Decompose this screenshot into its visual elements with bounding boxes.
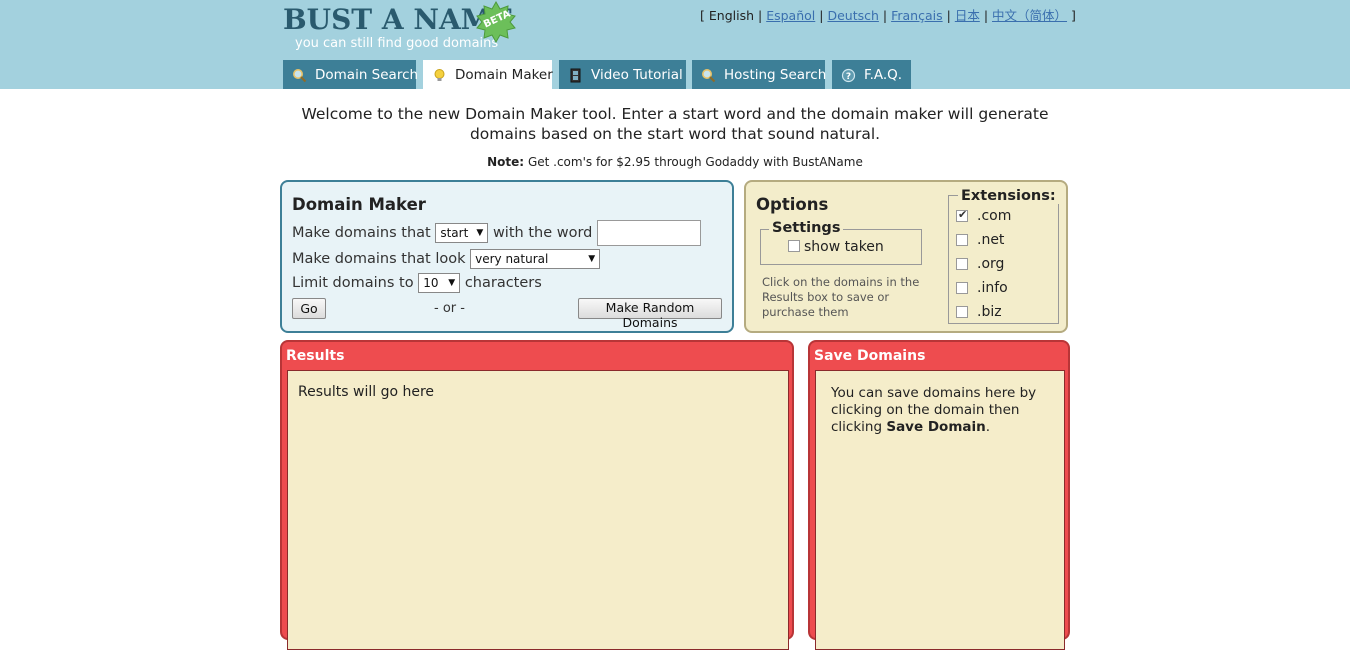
tab-domain-search[interactable]: Domain Search (283, 60, 419, 89)
tab-label: Video Tutorial (591, 67, 683, 83)
options-panel: Options Settings show taken Click on the… (744, 180, 1068, 333)
svg-text:?: ? (846, 72, 851, 82)
results-title: Results (286, 348, 345, 364)
help-bold: Save Domain (886, 419, 986, 435)
logo-tagline: you can still find good domains (295, 36, 499, 51)
note-text: Get .com's for $2.95 through Godaddy wit… (527, 155, 863, 169)
length-select[interactable]: 10 ▼ (418, 273, 461, 293)
lang-espanol[interactable]: Español (766, 8, 815, 23)
select-value: 10 (423, 276, 439, 290)
ext-org-checkbox[interactable] (956, 258, 968, 270)
ext-biz[interactable]: .biz (956, 304, 1002, 320)
start-word-input[interactable] (596, 220, 701, 246)
naturalness-select[interactable]: very natural ▼ (470, 249, 601, 269)
select-value: start (440, 226, 469, 240)
lang-deutsch[interactable]: Deutsch (827, 8, 878, 23)
save-domains-panel: Save Domains You can save domains here b… (808, 340, 1070, 650)
question-icon: ? (841, 68, 856, 83)
row-label: characters (464, 275, 542, 291)
results-placeholder: Results will go here (298, 384, 435, 400)
extensions-fieldset: Extensions: .com .net .org .info .biz (948, 188, 1059, 324)
save-domains-help: You can save domains here by clicking on… (831, 385, 1056, 436)
lang-japanese[interactable]: 日本 (955, 8, 980, 23)
naturalness-row: Make domains that look very natural ▼ (292, 249, 601, 269)
tab-label: F.A.Q. (864, 67, 903, 83)
or-separator: - or - (434, 301, 465, 316)
dropdown-arrow-icon: ▼ (448, 278, 456, 288)
extensions-legend: Extensions: (958, 188, 1059, 204)
row-label: Limit domains to (292, 275, 414, 291)
language-selector: [ English | Español | Deutsch | Français… (700, 5, 1076, 24)
lang-english[interactable]: English (709, 8, 754, 23)
settings-legend: Settings (769, 220, 844, 236)
options-help-text: Click on the domains in the Results box … (762, 275, 920, 319)
lang-chinese[interactable]: 中文（简体） (992, 8, 1067, 23)
ext-label: .com (977, 208, 1012, 224)
help-text-end: . (985, 419, 991, 435)
tab-domain-maker[interactable]: Domain Maker (423, 60, 553, 89)
site-header: BUST A NAME you can still find good doma… (0, 0, 1350, 89)
separator: | (983, 8, 989, 23)
separator: | (819, 8, 824, 23)
row-label: with the word (492, 225, 593, 241)
position-select[interactable]: start ▼ (435, 223, 489, 243)
magnifier-icon (702, 69, 716, 83)
domain-maker-panel: Domain Maker Make domains that start ▼ w… (280, 180, 734, 333)
select-value: very natural (475, 252, 549, 266)
beta-badge: BETA (475, 0, 517, 44)
ext-com[interactable]: .com (956, 208, 1012, 224)
separator: | (882, 8, 888, 23)
save-domains-box[interactable]: You can save domains here by clicking on… (815, 370, 1065, 650)
show-taken-checkbox[interactable] (788, 240, 800, 252)
separator: | (758, 8, 763, 23)
length-row: Limit domains to 10 ▼ characters (292, 273, 542, 293)
separator: | (946, 8, 951, 23)
site-logo[interactable]: BUST A NAME you can still find good doma… (283, 0, 523, 55)
bracket-close: ] (1071, 8, 1076, 23)
ext-net-checkbox[interactable] (956, 234, 968, 246)
show-taken-label: show taken (804, 239, 884, 255)
ext-net[interactable]: .net (956, 232, 1005, 248)
tab-faq[interactable]: ? F.A.Q. (832, 60, 911, 89)
tab-label: Hosting Search (724, 67, 827, 83)
bracket-open: [ (700, 8, 705, 23)
panel-title: Domain Maker (292, 195, 426, 214)
ext-biz-checkbox[interactable] (956, 306, 968, 318)
tab-hosting-search[interactable]: Hosting Search (692, 60, 827, 89)
tab-label: Domain Search (315, 67, 419, 83)
tab-video-tutorial[interactable]: Video Tutorial (559, 60, 686, 89)
film-icon (570, 68, 581, 83)
row-label: Make domains that look (292, 251, 466, 267)
lang-francais[interactable]: Français (891, 8, 943, 23)
magnifier-icon (293, 69, 307, 83)
results-box[interactable]: Results will go here (287, 370, 789, 650)
ext-info-checkbox[interactable] (956, 282, 968, 294)
row-label: Make domains that (292, 225, 431, 241)
ext-org[interactable]: .org (956, 256, 1005, 272)
start-word-row: Make domains that start ▼ with the word (292, 220, 701, 246)
ext-label: .biz (977, 304, 1002, 320)
ext-label: .org (977, 256, 1005, 272)
ext-label: .net (977, 232, 1005, 248)
go-button[interactable]: Go (292, 298, 326, 319)
save-domains-title: Save Domains (814, 348, 926, 364)
ext-label: .info (977, 280, 1008, 296)
settings-fieldset: Settings show taken (760, 220, 922, 265)
lightbulb-icon (434, 69, 445, 81)
tab-label: Domain Maker (455, 67, 553, 83)
promo-note: Note: Get .com's for $2.95 through Godad… (280, 155, 1070, 169)
note-label: Note: (487, 155, 525, 169)
panel-title: Options (756, 195, 829, 214)
intro-text: Welcome to the new Domain Maker tool. En… (301, 105, 1049, 143)
results-panel: Results Results will go here (280, 340, 794, 650)
ext-com-checkbox[interactable] (956, 208, 968, 222)
dropdown-arrow-icon: ▼ (588, 254, 596, 264)
ext-info[interactable]: .info (956, 280, 1008, 296)
dropdown-arrow-icon: ▼ (476, 228, 484, 238)
random-domains-button[interactable]: Make Random Domains (578, 298, 722, 330)
